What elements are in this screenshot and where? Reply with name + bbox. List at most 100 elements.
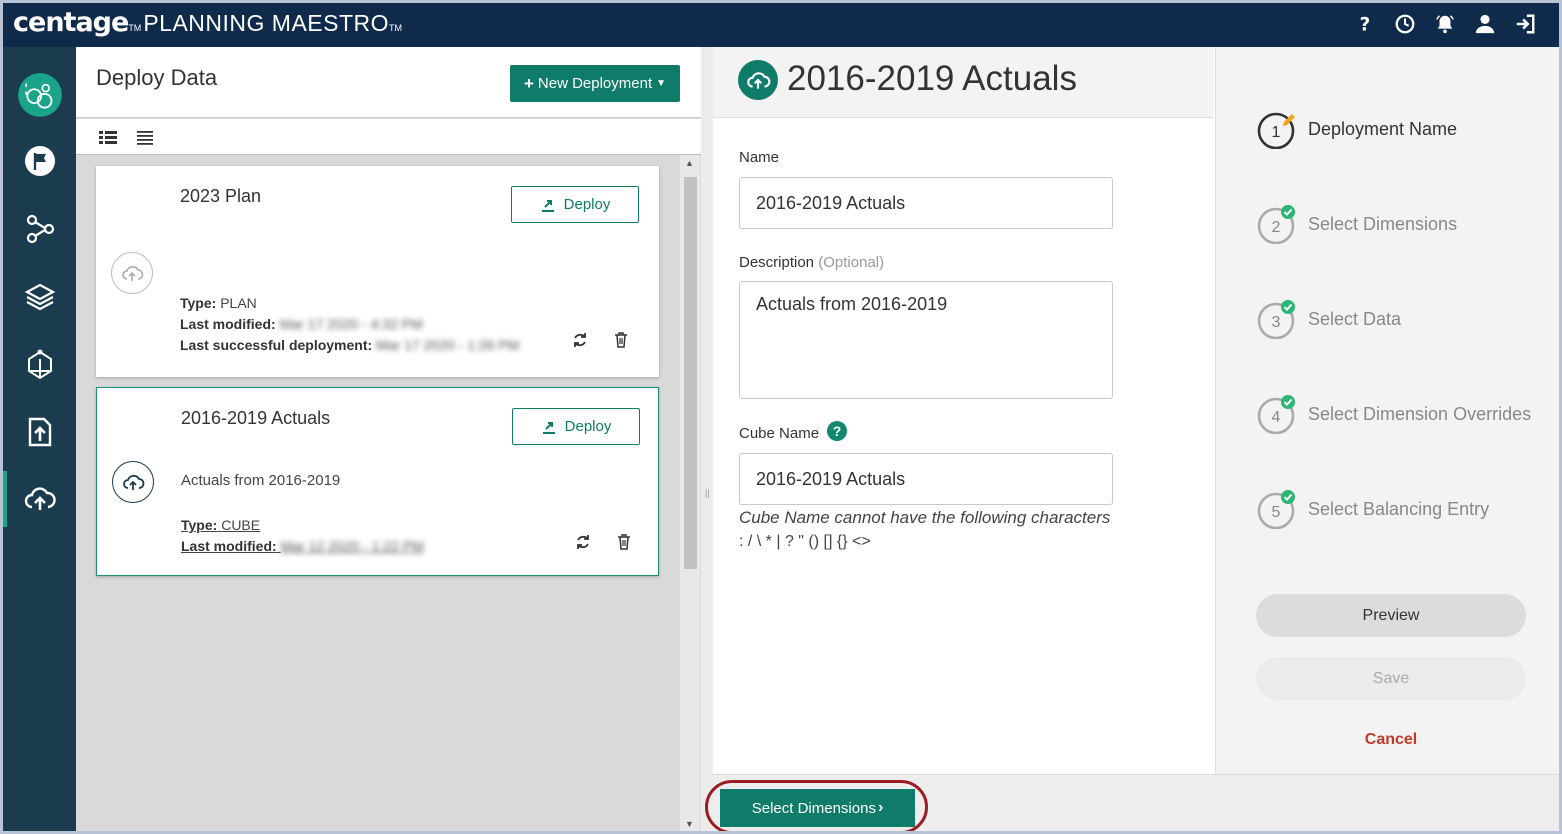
deploy-button[interactable]: Deploy [511, 186, 639, 223]
deployment-card[interactable]: 2023 Plan Deploy Type: PLAN Last modifie… [96, 166, 659, 377]
step-select-dimensions[interactable]: 2 Select Dimensions [1256, 204, 1556, 248]
panel-header: Deploy Data + New Deployment ▼ [76, 47, 701, 118]
deployment-form: 2016-2019 Actuals Name 2016-2019 Actuals… [713, 47, 1214, 774]
select-dimensions-label: Select Dimensions [751, 799, 876, 817]
type-label: Type: [180, 295, 217, 311]
optional-text: (Optional) [818, 254, 885, 271]
chevron-right-icon: › [877, 799, 884, 816]
scroll-up-icon[interactable]: ▲ [685, 158, 694, 168]
cube-name-help-icon[interactable]: ? [827, 421, 847, 441]
select-dimensions-button[interactable]: Select Dimensions › [720, 789, 915, 827]
logo: centage TM PLANNING MAESTRO TM [13, 7, 404, 43]
modified-value: Mar 17 2020 - 4:32 PM [279, 316, 423, 332]
layers-icon[interactable] [3, 269, 76, 325]
type-label: Type: [181, 517, 218, 533]
scroll-thumb[interactable] [684, 177, 697, 569]
success-value: Mar 17 2020 - 1:26 PM [376, 337, 520, 353]
description-textarea[interactable]: Actuals from 2016-2019 [739, 281, 1113, 399]
user-icon[interactable] [1473, 11, 1497, 37]
deploy-icon [541, 199, 554, 212]
step-deployment-name[interactable]: 1 Deployment Name [1256, 109, 1556, 153]
modified-value: Mar 12 2020 - 1:22 PM [280, 538, 424, 554]
card-title: 2023 Plan [180, 186, 262, 206]
splitter-grip-icon[interactable]: || [705, 488, 710, 498]
step-select-balancing-entry[interactable]: 5 Select Balancing Entry [1256, 489, 1556, 533]
preview-button[interactable]: Preview [1256, 594, 1526, 637]
panel-title: Deploy Data [96, 65, 218, 90]
step-5-check-icon: 5 [1257, 490, 1295, 529]
logo-brand: centage [13, 7, 129, 38]
caret-down-icon: ▼ [656, 78, 667, 89]
logo-product-tm: TM [389, 23, 403, 33]
deploy-icon [542, 421, 555, 434]
form-title: 2016-2019 Actuals [787, 59, 1077, 98]
card-description: Actuals from 2016-2019 [181, 472, 341, 489]
scrollbar[interactable]: ▲ ▼ [680, 155, 700, 831]
card-last-deployment: Last successful deployment: Mar 17 2020 … [180, 335, 519, 356]
card-modified: Last modified: Mar 12 2020 - 1:22 PM [181, 536, 424, 557]
step-label: Select Balancing Entry [1308, 499, 1490, 519]
cube-name-label: Cube Name [739, 425, 820, 442]
refresh-icon[interactable] [574, 533, 592, 551]
deployments-panel: Deploy Data + New Deployment ▼ 2023 Plan… [76, 47, 701, 831]
svg-text:4: 4 [1272, 409, 1281, 426]
description-label-text: Description [739, 254, 815, 271]
upload-icon[interactable] [3, 404, 76, 460]
svg-text:5: 5 [1272, 504, 1281, 521]
refresh-icon[interactable] [571, 331, 589, 349]
notifications-icon[interactable] [1433, 11, 1457, 37]
svg-text:2: 2 [1272, 219, 1281, 236]
step-select-data[interactable]: 3 Select Data [1256, 299, 1556, 343]
panel-splitter[interactable]: || [701, 47, 713, 831]
app-window: centage TM PLANNING MAESTRO TM ? Deploy … [0, 0, 1562, 834]
home-icon[interactable] [3, 67, 76, 123]
cancel-button[interactable]: Cancel [1256, 731, 1526, 749]
deploy-icon[interactable] [3, 471, 76, 527]
card-type: Type: CUBE [181, 515, 260, 536]
modified-label: Last modified: [181, 538, 277, 554]
list-view-icon[interactable] [136, 129, 154, 145]
trash-icon[interactable] [615, 533, 633, 551]
card-modified: Last modified: Mar 17 2020 - 4:32 PM [180, 314, 423, 335]
card-view-icon[interactable] [99, 129, 117, 145]
scroll-down-icon[interactable]: ▼ [685, 819, 694, 829]
step-label: Select Dimensions [1308, 214, 1458, 234]
step-1-edit-icon: 1 [1257, 112, 1295, 149]
flag-icon[interactable] [3, 133, 76, 189]
cube-name-hint: Cube Name cannot have the following char… [739, 508, 1111, 527]
new-deployment-button[interactable]: + New Deployment ▼ [510, 65, 680, 102]
type-value: CUBE [221, 517, 261, 533]
cube-name-input[interactable]: 2016-2019 Actuals [739, 453, 1113, 505]
cube-name-forbidden-chars: : / \ * | ? " () [] {} <> [739, 533, 871, 550]
deployment-card-selected[interactable]: 2016-2019 Actuals Deploy Actuals from 20… [96, 387, 659, 576]
trash-icon[interactable] [612, 331, 630, 349]
step-label: Select Data [1308, 309, 1402, 329]
step-3-check-icon: 3 [1257, 300, 1295, 339]
name-input[interactable]: 2016-2019 Actuals [739, 177, 1113, 229]
deploy-button[interactable]: Deploy [512, 408, 640, 445]
logo-product: PLANNING MAESTRO [143, 10, 390, 36]
help-icon[interactable]: ? [1353, 11, 1377, 37]
top-bar: centage TM PLANNING MAESTRO TM ? [3, 3, 1559, 47]
flow-icon[interactable] [3, 201, 76, 257]
step-label: Select Dimension Overrides [1308, 404, 1532, 424]
step-select-dimension-overrides[interactable]: 4 Select Dimension Overrides [1256, 394, 1556, 438]
step-label: Deployment Name [1308, 119, 1458, 139]
svg-text:1: 1 [1272, 124, 1281, 141]
success-label: Last successful deployment: [180, 337, 373, 353]
save-button[interactable]: Save [1256, 657, 1526, 700]
step-4-check-icon: 4 [1257, 395, 1295, 434]
logo-tm: TM [128, 23, 142, 33]
view-toolbar [76, 119, 701, 155]
new-deployment-label: New Deployment [537, 75, 653, 92]
wizard-steps: 1 Deployment Name 2 Select Dimensions 3 … [1215, 47, 1559, 774]
history-icon[interactable] [1393, 11, 1417, 37]
card-title: 2016-2019 Actuals [181, 408, 331, 428]
top-icons: ? [1353, 11, 1537, 37]
form-footer: Select Dimensions › [705, 774, 1559, 831]
step-2-check-icon: 2 [1257, 205, 1295, 244]
modified-label: Last modified: [180, 316, 276, 332]
model-icon[interactable] [3, 337, 76, 393]
logout-icon[interactable] [1513, 11, 1537, 37]
name-label: Name [739, 149, 780, 166]
